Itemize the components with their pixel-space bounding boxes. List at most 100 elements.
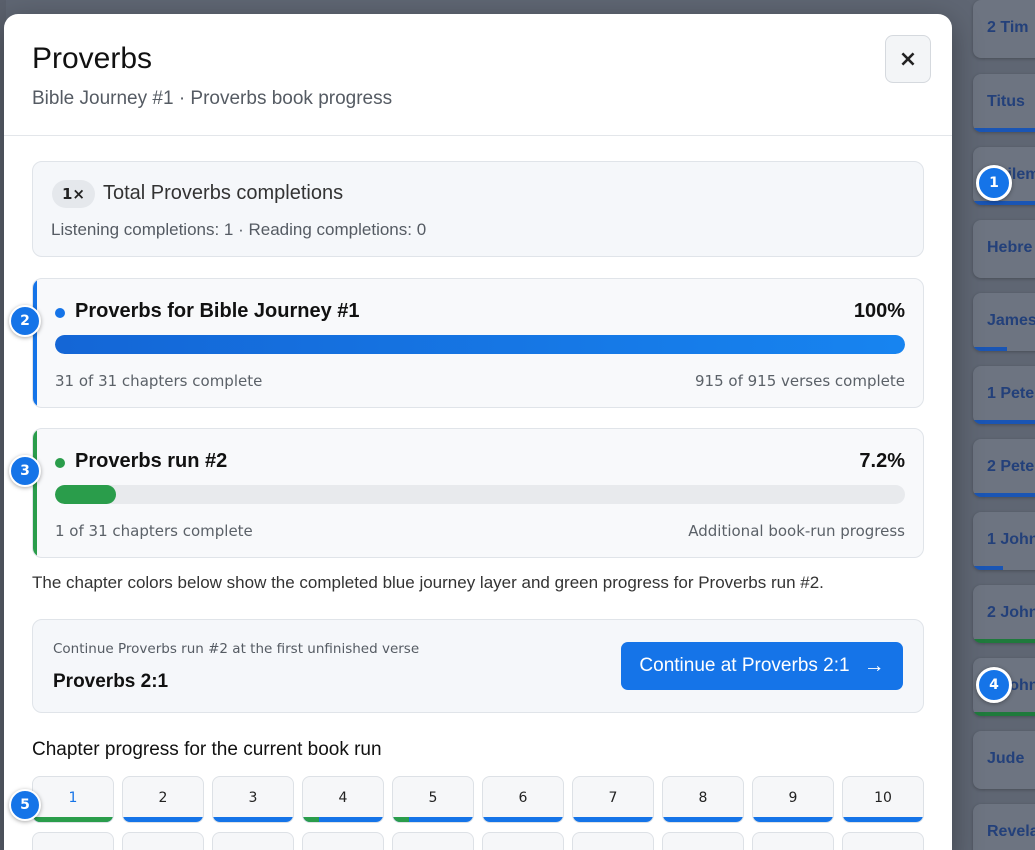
continue-hint: Continue Proverbs run #2 at the first un… — [53, 641, 420, 657]
marker-4: 4 — [976, 667, 1012, 703]
completions-summary: 1× Total Proverbs completions Listening … — [32, 161, 924, 257]
bg-book-label: Hebre — [987, 239, 1033, 256]
bg-book-progress — [973, 712, 1035, 716]
run-dot-icon — [55, 308, 65, 318]
continue-panel: Continue Proverbs run #2 at the first un… — [32, 619, 924, 713]
backdrop-strip — [952, 0, 973, 850]
run-percent: 7.2% — [859, 450, 905, 472]
modal-header: Proverbs Bible Journey #1 · Proverbs boo… — [4, 14, 952, 136]
chapter-button[interactable]: 6 — [482, 776, 564, 823]
book-progress-modal: Proverbs Bible Journey #1 · Proverbs boo… — [4, 14, 952, 850]
run-percent: 100% — [853, 300, 905, 322]
chapter-button[interactable] — [842, 832, 924, 850]
chapter-journey-bar — [483, 817, 563, 822]
chapter-number: 9 — [788, 790, 798, 806]
completion-count-badge: 1× — [52, 180, 96, 208]
run-title: Proverbs for Bible Journey #1 — [75, 300, 360, 322]
bg-book-progress — [973, 128, 1035, 132]
chapter-button[interactable] — [212, 832, 294, 850]
chapter-run-bar — [393, 817, 409, 822]
run-verses-text: 915 of 915 verses complete — [695, 372, 905, 390]
bg-book-james: James — [973, 293, 1035, 351]
bg-book-label: Jude — [987, 750, 1025, 767]
chapter-button[interactable] — [662, 832, 744, 850]
chapter-number: 4 — [338, 790, 348, 806]
marker-3: 3 — [9, 455, 41, 487]
chapter-journey-bar — [123, 817, 203, 822]
chapter-number: 8 — [698, 790, 708, 806]
marker-1: 1 — [976, 165, 1012, 201]
run-chapters-text: 31 of 31 chapters complete — [55, 372, 263, 390]
marker-5: 5 — [9, 789, 41, 821]
bg-book-progress — [973, 420, 1035, 424]
bg-book-label: 2 John — [987, 604, 1035, 621]
chapter-journey-bar — [213, 817, 293, 822]
marker-2: 2 — [9, 305, 41, 337]
run-card-journey: Proverbs for Bible Journey #1 100% 31 of… — [32, 278, 924, 408]
continue-button-label: Continue at Proverbs 2:1 — [639, 655, 850, 676]
bg-book-label: Titus — [987, 93, 1025, 110]
run-card-run-2: Proverbs run #2 7.2% 1 of 31 chapters co… — [32, 428, 924, 558]
chapter-button[interactable]: 9 — [752, 776, 834, 823]
bg-book-label: 2 Peter — [987, 458, 1035, 475]
bg-book-jude: Jude — [973, 731, 1035, 789]
chapter-button[interactable]: 3 — [212, 776, 294, 823]
close-button[interactable]: × — [885, 35, 931, 83]
chapter-button[interactable] — [572, 832, 654, 850]
bg-book-2-peter: 2 Peter — [973, 439, 1035, 497]
bg-book-progress — [973, 493, 1035, 497]
bg-book-revelation: Revela — [973, 804, 1035, 850]
chapter-number: 10 — [874, 790, 892, 806]
chapter-button[interactable]: 1 — [32, 776, 114, 823]
chapter-journey-bar — [843, 817, 923, 822]
bg-book-label: 1 John — [987, 531, 1035, 548]
run-chapters-text: 1 of 31 chapters complete — [55, 522, 253, 540]
continue-button[interactable]: Continue at Proverbs 2:1 → — [621, 642, 903, 690]
chapter-number: 2 — [158, 790, 168, 806]
chapter-button[interactable]: 4 — [302, 776, 384, 823]
summary-title: Total Proverbs completions — [103, 182, 344, 204]
chapter-button[interactable] — [32, 832, 114, 850]
chapter-button[interactable] — [752, 832, 834, 850]
run-progress-fill — [55, 485, 117, 504]
bg-book-titus: Titus — [973, 74, 1035, 132]
chapter-button[interactable] — [392, 832, 474, 850]
chapter-button[interactable]: 5 — [392, 776, 474, 823]
chapter-button[interactable]: 8 — [662, 776, 744, 823]
bg-book-label: James — [987, 312, 1035, 329]
bg-book-1-peter: 1 Peter — [973, 366, 1035, 424]
chapter-number: 7 — [608, 790, 618, 806]
chapter-journey-bar — [753, 817, 833, 822]
bg-book-label: 2 Tim — [987, 19, 1029, 36]
chapter-button[interactable] — [122, 832, 204, 850]
chapter-run-bar — [33, 817, 113, 822]
modal-title: Proverbs — [32, 42, 153, 75]
chapter-button[interactable] — [302, 832, 384, 850]
bg-book-progress — [973, 566, 1003, 570]
bg-book-2-john: 2 John — [973, 585, 1035, 643]
chapter-number: 3 — [248, 790, 258, 806]
chapter-button[interactable]: 7 — [572, 776, 654, 823]
bg-book-1-john: 1 John — [973, 512, 1035, 570]
continue-reference: Proverbs 2:1 — [53, 671, 169, 692]
run-progress-track — [55, 485, 905, 504]
bg-book-hebrews: Hebre — [973, 220, 1035, 278]
chapters-heading: Chapter progress for the current book ru… — [32, 739, 382, 760]
bg-book-progress — [973, 201, 1035, 205]
chapter-number: 1 — [68, 790, 78, 806]
chapter-button[interactable] — [482, 832, 564, 850]
chapter-number: 5 — [428, 790, 438, 806]
bg-book-progress — [973, 639, 1035, 643]
run-extra-text: Additional book-run progress — [688, 522, 905, 540]
bg-book-progress — [973, 347, 1007, 351]
chapter-run-bar — [303, 817, 319, 822]
summary-subtitle: Listening completions: 1 · Reading compl… — [51, 220, 427, 239]
bg-book-label: 1 Peter — [987, 385, 1035, 402]
bg-book-2-timothy: 2 Tim — [973, 0, 1035, 58]
chapter-button[interactable]: 2 — [122, 776, 204, 823]
bg-book-label: Revela — [987, 823, 1035, 840]
run-progress-fill — [55, 335, 905, 354]
run-accent-bar — [33, 429, 37, 557]
chapter-color-legend: The chapter colors below show the comple… — [32, 573, 824, 592]
chapter-button[interactable]: 10 — [842, 776, 924, 823]
